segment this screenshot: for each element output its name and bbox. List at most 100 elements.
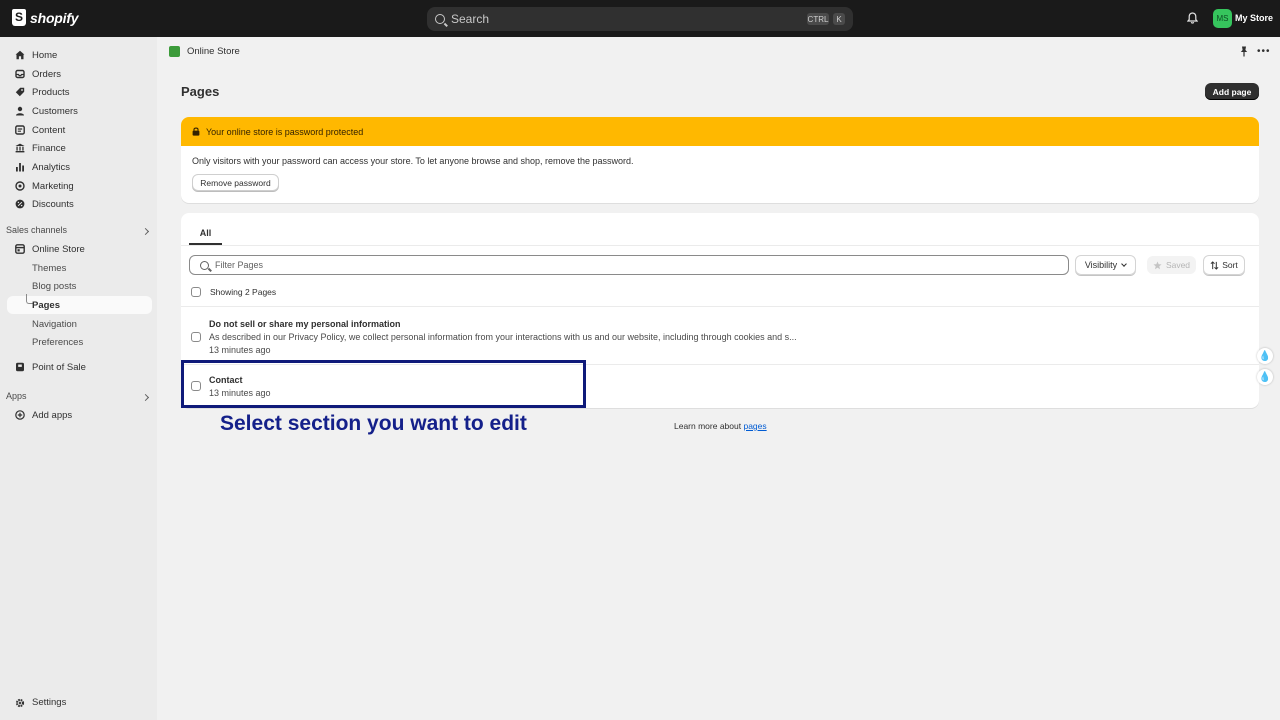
breadcrumb[interactable]: Online Store [169,46,240,57]
visibility-dropdown[interactable]: Visibility [1075,255,1136,275]
avatar[interactable]: MS [1213,9,1232,28]
sort-label: Sort [1222,260,1238,270]
sidebar-item-label: Settings [32,697,67,708]
sidebar-item-label: Preferences [32,336,84,348]
chevron-down-icon [1121,261,1128,267]
person-icon [16,106,24,116]
logo-text: shopify [30,9,79,26]
sidebar-subitem-blog-posts[interactable]: Blog posts [0,277,157,295]
password-banner: Your online store is password protected … [181,117,1259,203]
visibility-label: Visibility [1084,260,1118,270]
tag-icon [15,87,25,97]
sidebar-item-label: Add apps [32,409,73,421]
search-icon [200,260,209,270]
sidebar-item-label: Pages [32,299,60,311]
sidebar-item-label: Customers [32,105,78,117]
sidebar-subitem-preferences[interactable]: Preferences [0,333,157,351]
bell-icon[interactable] [1187,12,1198,24]
shortcut-ctrl-key: CTRL [807,13,829,25]
row-divider [181,306,1259,307]
water-drop-icon[interactable]: 💧 [1257,348,1273,364]
sidebar-subitem-pages[interactable]: Pages [7,294,152,314]
sidebar-item-online-store[interactable]: Online Store [0,240,157,258]
instruction-caption: Select section you want to edit [220,412,527,435]
tabs-divider [181,245,1259,246]
sidebar-item-settings[interactable]: Settings [0,694,157,712]
chevron-right-icon[interactable] [141,227,150,236]
tab-all[interactable]: All [189,223,222,245]
row-title[interactable]: Do not sell or share my personal informa… [209,319,401,329]
row-description: As described in our Privacy Policy, we c… [209,332,797,342]
search-placeholder: Search [451,12,490,26]
discount-icon [15,199,25,209]
pin-icon[interactable] [1240,46,1248,57]
chevron-right-icon[interactable] [141,393,150,402]
sidebar-item-orders[interactable]: Orders [0,65,157,83]
saved-button[interactable]: Saved [1147,256,1196,274]
add-page-button[interactable]: Add page [1205,83,1259,100]
global-search[interactable]: Search CTRL K [427,7,853,31]
store-name[interactable]: My Store [1235,13,1273,23]
learn-more-text: Learn more about [674,421,744,431]
sidebar-item-label: Discounts [32,198,74,210]
lock-icon [192,127,200,136]
bank-icon [15,143,25,153]
sidebar-item-discounts[interactable]: Discounts [0,195,157,213]
sidebar-item-label: Content [32,124,66,136]
row-checkbox[interactable] [191,332,201,342]
saved-label: Saved [1165,260,1191,270]
home-icon [15,50,25,60]
sidebar-subitem-themes[interactable]: Themes [0,259,157,277]
filter-pages-input[interactable]: Filter Pages [189,255,1069,275]
sidebar-item-label: Orders [32,68,62,80]
page-title: Pages [181,84,220,99]
sidebar-item-label: Themes [32,262,67,274]
shopify-logo[interactable]: shopify [12,9,79,26]
top-bar: shopify Search CTRL K MS My Store [0,0,1280,37]
sidebar-item-point-of-sale[interactable]: Point of Sale [0,358,157,376]
plus-circle-icon [15,410,25,420]
gear-icon [15,698,25,708]
sidebar-item-label: Home [32,49,58,61]
shortcut-k-key: K [833,13,845,25]
pos-icon [16,362,24,372]
learn-more: Learn more about pages [674,421,767,431]
sidebar-item-products[interactable]: Products [0,83,157,101]
select-all-checkbox[interactable] [191,287,201,297]
sidebar-item-analytics[interactable]: Analytics [0,158,157,176]
orders-icon [15,69,25,79]
sort-button[interactable]: Sort [1203,255,1245,275]
remove-password-button[interactable]: Remove password [192,174,279,191]
online-store-icon [169,46,180,57]
sidebar-item-finance[interactable]: Finance [0,139,157,157]
shopify-bag-icon [12,9,26,26]
star-icon [1153,261,1162,269]
storefront-icon [15,244,25,254]
sidebar-item-label: Blog posts [32,280,77,292]
more-actions-icon[interactable]: ••• [1257,47,1271,57]
sidebar-item-customers[interactable]: Customers [0,102,157,120]
breadcrumb-label: Online Store [187,46,240,57]
banner-title: Your online store is password protected [206,126,364,137]
sidebar-item-home[interactable]: Home [0,46,157,64]
sidebar-item-label: Point of Sale [32,361,86,373]
sidebar-item-label: Products [32,86,70,98]
banner-header: Your online store is password protected [181,117,1259,146]
sidebar-item-label: Analytics [32,161,71,173]
content-icon [15,125,25,135]
sidebar-item-marketing[interactable]: Marketing [0,177,157,195]
search-icon [435,14,445,24]
sidebar-subitem-navigation[interactable]: Navigation [0,315,157,333]
showing-count: Showing 2 Pages [210,287,277,297]
sales-channels-heading: Sales channels [6,225,68,235]
sidebar-item-content[interactable]: Content [0,121,157,139]
sidebar-item-label: Online Store [32,243,85,255]
target-icon [15,181,25,191]
bar-chart-icon [16,163,24,172]
sidebar: Home Orders Products Customers Content F… [0,37,157,720]
highlight-box [181,360,586,408]
pages-help-link[interactable]: pages [743,421,766,431]
sidebar-item-add-apps[interactable]: Add apps [0,406,157,424]
water-drop-icon[interactable]: 💧 [1257,369,1273,385]
row-time: 13 minutes ago [209,345,271,355]
